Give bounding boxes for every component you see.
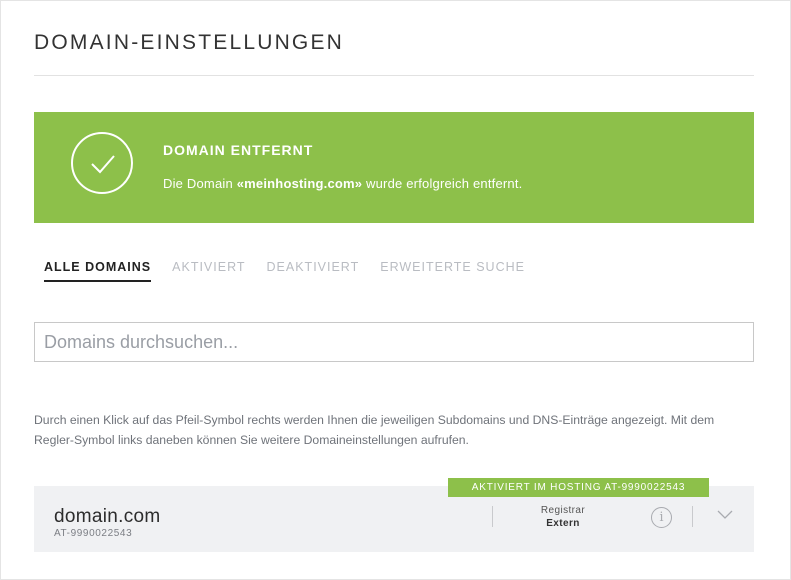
domain-name: domain.com <box>54 506 161 527</box>
tab-alle-domains[interactable]: ALLE DOMAINS <box>44 260 152 282</box>
domain-id: AT-9990022543 <box>54 528 133 539</box>
success-banner: DOMAIN ENTFERNT Die Domain «meinhosting.… <box>34 112 754 223</box>
banner-title: DOMAIN ENTFERNT <box>163 142 314 158</box>
status-badge: AKTIVIERT IM HOSTING AT-9990022543 <box>448 478 709 497</box>
tab-deaktiviert[interactable]: DEAKTIVIERT <box>267 260 360 282</box>
help-text: Durch einen Klick auf das Pfeil-Symbol r… <box>34 413 715 447</box>
search-input[interactable] <box>35 323 753 361</box>
info-icon[interactable]: i <box>651 507 672 528</box>
domain-filter-tabs: ALLE DOMAINS AKTIVIERT DEAKTIVIERT ERWEI… <box>44 260 546 282</box>
page-title: DOMAIN-EINSTELLUNGEN <box>34 31 345 54</box>
tab-erweiterte-suche[interactable]: ERWEITERTE SUCHE <box>380 260 525 282</box>
check-circle-icon <box>71 132 133 194</box>
banner-message: Die Domain «meinhosting.com» wurde erfol… <box>163 176 522 191</box>
divider <box>692 506 693 527</box>
banner-message-prefix: Die Domain <box>163 176 237 191</box>
registrar-value: Extern <box>546 518 580 529</box>
registrar-label: Registrar <box>540 505 586 516</box>
checkmark-icon <box>91 155 115 174</box>
banner-message-suffix: wurde erfolgreich entfernt. <box>362 176 523 191</box>
title-divider <box>34 75 754 76</box>
tab-aktiviert[interactable]: AKTIVIERT <box>172 260 245 282</box>
chevron-down-icon[interactable] <box>717 510 733 520</box>
divider <box>492 506 493 527</box>
banner-message-domain: «meinhosting.com» <box>236 176 363 191</box>
search-box <box>34 322 754 362</box>
